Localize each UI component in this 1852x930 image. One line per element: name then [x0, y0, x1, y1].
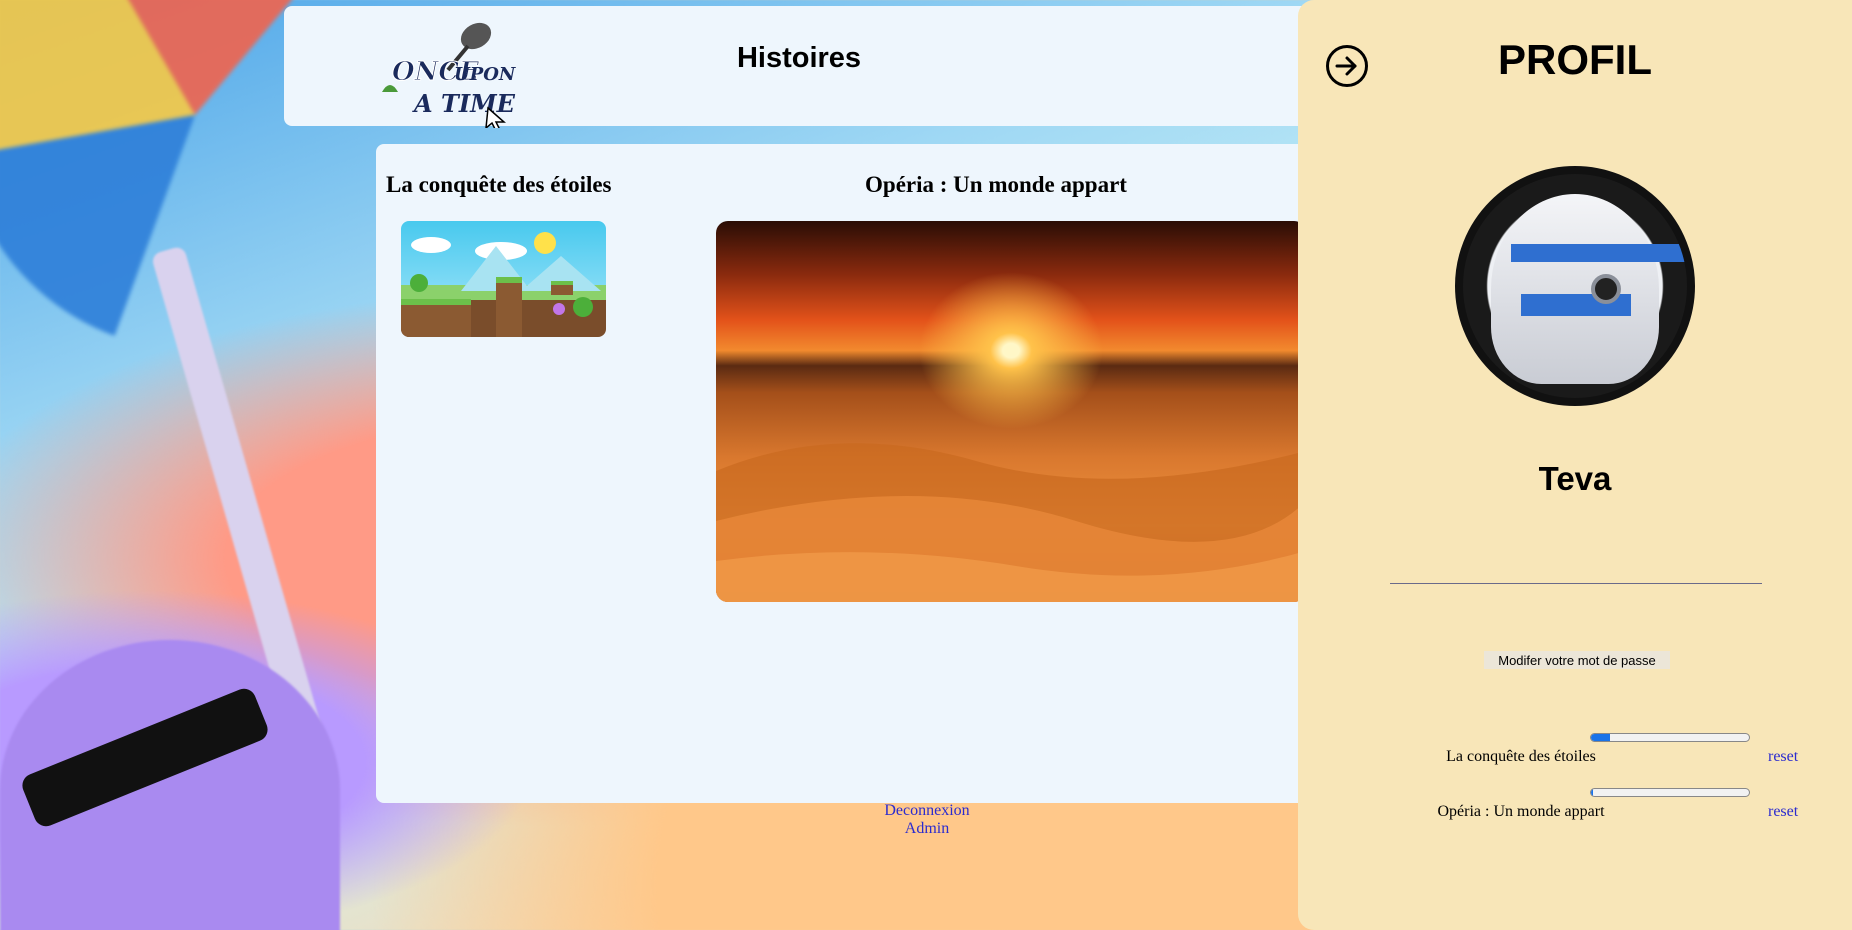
stories-panel: La conquête des étoiles Opéria : Un mond…	[376, 144, 1336, 803]
avatar	[1455, 166, 1695, 406]
reset-progress-link[interactable]: reset	[1768, 748, 1798, 766]
divider	[1390, 583, 1762, 584]
progress-story-label: Opéria : Un monde appart	[1437, 803, 1605, 820]
story-progress-bar	[1590, 733, 1750, 742]
platformer-illustration	[401, 232, 601, 337]
avatar-r2d2-figure	[1491, 194, 1687, 384]
story-thumbnail-platformer[interactable]	[401, 221, 606, 337]
desert-sunset-illustration	[716, 443, 1306, 602]
admin-link[interactable]: Admin	[830, 820, 1024, 838]
footer-links: Deconnexion Admin	[830, 802, 1024, 838]
reset-progress-link[interactable]: reset	[1768, 803, 1798, 821]
profile-sidebar: PROFIL Teva Modifer votre mot de passe L…	[1298, 0, 1852, 930]
progress-fill	[1591, 734, 1610, 741]
profile-title: PROFIL	[1498, 36, 1652, 83]
progress-fill	[1591, 789, 1593, 796]
page-header: ONCE UPON A TIME Histoires	[284, 6, 1314, 132]
story-card-operia[interactable]: Opéria : Un monde appart	[716, 172, 1276, 198]
logout-link[interactable]: Deconnexion	[830, 802, 1024, 820]
avatar-eye	[1591, 274, 1621, 304]
story-title: La conquête des étoiles	[386, 172, 612, 197]
story-thumbnail-desert[interactable]	[716, 221, 1306, 602]
story-progress-bar	[1590, 788, 1750, 797]
progress-story-label: La conquête des étoiles	[1446, 748, 1596, 765]
username: Teva	[1538, 460, 1612, 497]
svg-text:A TIME: A TIME	[412, 89, 516, 118]
avatar-band	[1511, 244, 1687, 262]
story-card-conquete[interactable]: La conquête des étoiles	[386, 172, 612, 198]
change-password-button[interactable]: Modifer votre mot de passe	[1484, 651, 1670, 669]
story-title: Opéria : Un monde appart	[865, 172, 1127, 197]
page-title: Histoires	[736, 42, 862, 74]
